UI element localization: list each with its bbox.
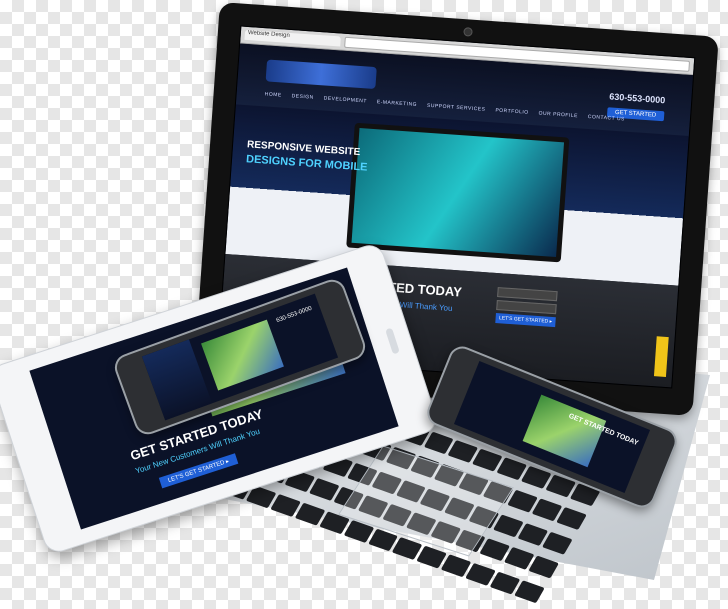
nav-item-design[interactable]: DESIGN [291, 93, 314, 107]
hero-monitor-screen [351, 128, 565, 258]
smartphone-right-map-image [522, 394, 607, 468]
nav-item-development[interactable]: DEVELOPMENT [323, 95, 367, 110]
smartphone-left-map-image [201, 319, 284, 391]
email-field[interactable] [496, 300, 557, 315]
keyboard-key [528, 555, 559, 579]
nav-item-support[interactable]: SUPPORT SERVICES [426, 103, 486, 119]
nav-item-contact[interactable]: CONTACT US [587, 114, 625, 129]
site-phone: 630-553-0000 [608, 91, 666, 106]
smartphone-left-header [141, 339, 213, 421]
smartphone-left-phone-number: 630-553-0000 [275, 305, 313, 325]
side-badge[interactable] [653, 336, 669, 378]
site-logo[interactable] [265, 59, 377, 90]
name-field[interactable] [497, 287, 558, 302]
tablet-home-button[interactable] [384, 327, 400, 355]
nav-item-home[interactable]: HOME [264, 91, 281, 104]
nav-item-portfolio[interactable]: PORTFOLIO [495, 107, 529, 121]
keyboard-key [514, 579, 545, 603]
hero-monitor-image [346, 122, 570, 263]
nav-item-emarketing[interactable]: E-MARKETING [376, 99, 418, 114]
nav-item-profile[interactable]: OUR PROFILE [538, 111, 578, 126]
lets-get-started-button[interactable]: LET'S GET STARTED ▸ [495, 313, 556, 328]
contact-form: LET'S GET STARTED ▸ [495, 287, 558, 328]
webcam-icon [463, 27, 473, 37]
